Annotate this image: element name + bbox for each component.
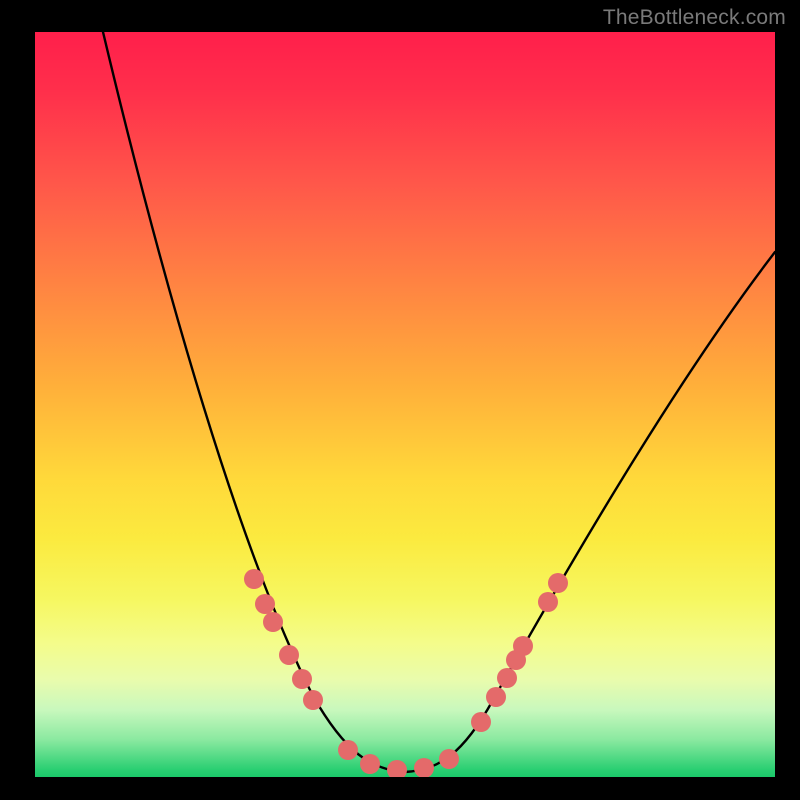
data-marker — [486, 687, 506, 707]
chart-svg — [35, 32, 775, 777]
data-marker — [387, 760, 407, 777]
data-marker — [303, 690, 323, 710]
chart-frame: TheBottleneck.com — [0, 0, 800, 800]
plot-area — [35, 32, 775, 777]
data-marker — [360, 754, 380, 774]
data-marker — [263, 612, 283, 632]
bottleneck-curve — [103, 32, 775, 772]
data-marker — [414, 758, 434, 777]
data-marker — [244, 569, 264, 589]
data-marker — [439, 749, 459, 769]
data-marker — [538, 592, 558, 612]
data-marker — [548, 573, 568, 593]
data-marker — [513, 636, 533, 656]
marker-group — [244, 569, 568, 777]
data-marker — [338, 740, 358, 760]
data-marker — [292, 669, 312, 689]
data-marker — [471, 712, 491, 732]
data-marker — [255, 594, 275, 614]
data-marker — [279, 645, 299, 665]
watermark-text: TheBottleneck.com — [603, 6, 786, 30]
data-marker — [497, 668, 517, 688]
